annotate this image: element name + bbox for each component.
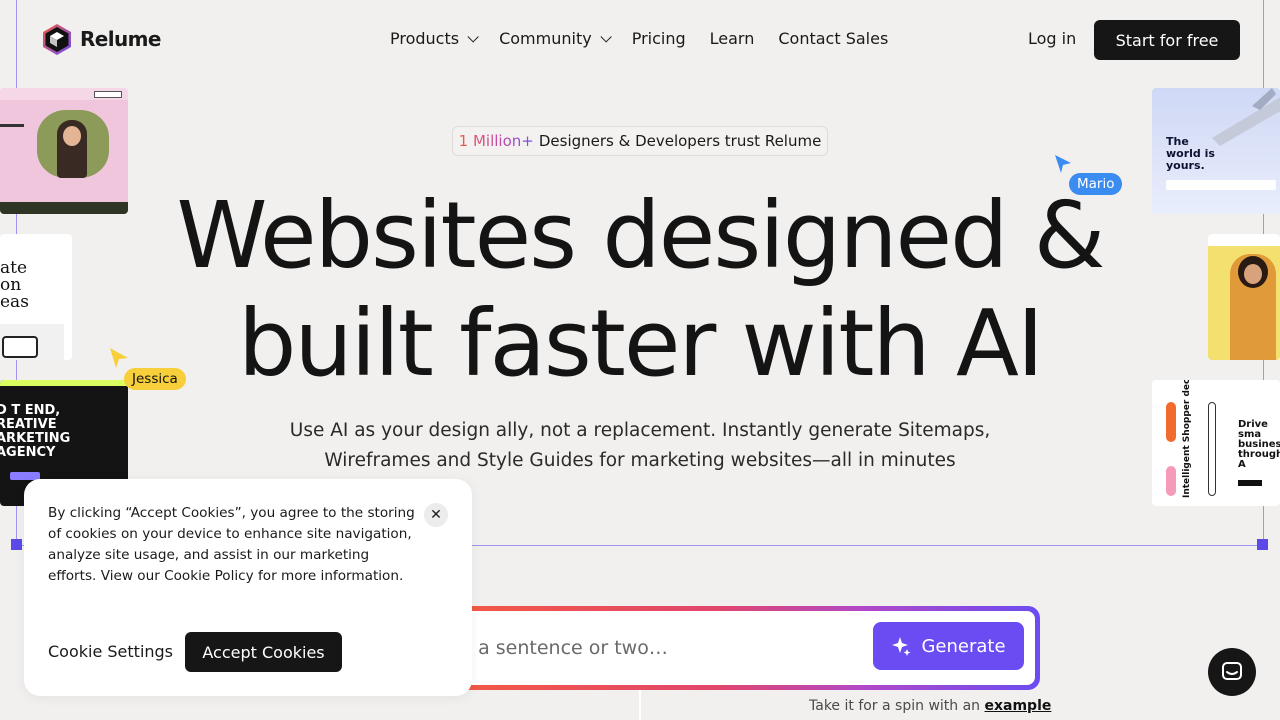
main-nav: Products Community Pricing Learn Contact… [390,29,888,48]
nav-products-label: Products [390,29,460,48]
thumb-phone [2,336,38,358]
guide-handle-right [1257,539,1268,550]
ai-prompt-box: n a sentence or two… Generate [455,606,1040,690]
thumb-button [1238,480,1262,486]
thumb-heading: Drive sma business through A [1238,419,1280,470]
nav-pricing[interactable]: Pricing [632,29,686,48]
nav-contact-sales[interactable]: Contact Sales [778,29,888,48]
divider [639,690,641,720]
thumb-button [94,91,122,98]
trust-highlight: 1 Million+ [458,132,534,150]
brand-name: Relume [80,27,161,51]
sparkle-icon [892,637,911,656]
thumb-marquee [0,202,128,214]
hero-subtitle: Use AI as your design ally, not a replac… [289,420,991,471]
prompt-inner: n a sentence or two… Generate [460,611,1035,685]
template-thumbnail-pink [0,88,128,214]
headline-line-2: built faster with AI [237,290,1044,397]
template-thumbnail-white: ate on eas [0,234,72,360]
cookie-banner: By clicking “Accept Cookies”, you agree … [24,479,472,696]
chevron-down-icon [467,30,479,43]
thumb-pill-outline [1208,402,1216,496]
headline-line-1: Websites designed & [176,182,1105,289]
example-link[interactable]: example [985,698,1052,714]
trust-badge: 1 Million+ Designers & Developers trust … [452,126,828,156]
thumb-nav [1208,234,1280,246]
close-icon[interactable]: ✕ [424,503,448,527]
template-thumbnail-airplane: The world is yours. [1152,88,1280,214]
cookie-settings-button[interactable]: Cookie Settings [48,642,173,661]
start-for-free-button[interactable]: Start for free [1094,20,1240,60]
login-link[interactable]: Log in [1028,29,1076,48]
prompt-input[interactable]: n a sentence or two… [460,637,668,659]
thumb-pill-orange [1166,402,1176,442]
jessica-cursor-icon [110,348,128,368]
accept-cookies-button[interactable]: Accept Cookies [185,632,342,672]
chat-launcher-button[interactable] [1208,648,1256,696]
thumb-text [0,124,24,127]
thumb-face [63,126,81,146]
thumb-face [1244,264,1262,284]
chevron-down-icon [600,30,612,43]
hero-headline: Websites designed & built faster with AI [140,182,1140,398]
chat-icon [1222,662,1242,680]
template-thumbnail-yellow [1208,234,1280,360]
mario-cursor-icon [1055,155,1071,173]
thumb-topbar [0,380,128,386]
thumb-vertical-text: Intelligent Shopper decision with AI [1182,380,1192,498]
thumb-heading: ate on eas [0,258,29,312]
generate-label: Generate [921,635,1006,657]
thumb-pill-pink [1166,466,1176,496]
spin-note-text: Take it for a spin with an [809,698,981,714]
nav-learn[interactable]: Learn [710,29,755,48]
template-thumbnail-shopper: Intelligent Shopper decision with AI Dri… [1152,380,1280,506]
thumb-search-bar [1166,180,1276,190]
nav-pricing-label: Pricing [631,29,686,48]
generate-button[interactable]: Generate [873,622,1024,670]
guide-handle-left [11,539,22,550]
nav-learn-label: Learn [709,29,755,48]
nav-community-label: Community [499,29,592,48]
thumb-heading: The world is yours. [1166,135,1215,172]
trust-text: Designers & Developers trust Relume [538,132,822,150]
relume-logo-icon [40,22,74,56]
spin-note: Take it for a spin with an example [809,698,1051,714]
thumb-heading: D T END, REATIVE ARKETING AGENCY [0,403,71,460]
logo[interactable]: Relume [40,22,161,56]
nav-contact-sales-label: Contact Sales [778,29,889,48]
cookie-message: By clicking “Accept Cookies”, you agree … [48,505,415,584]
nav-products[interactable]: Products [390,29,479,48]
site-header: Relume Products Community Pricing Learn … [0,0,1280,80]
nav-community[interactable]: Community [499,29,612,48]
